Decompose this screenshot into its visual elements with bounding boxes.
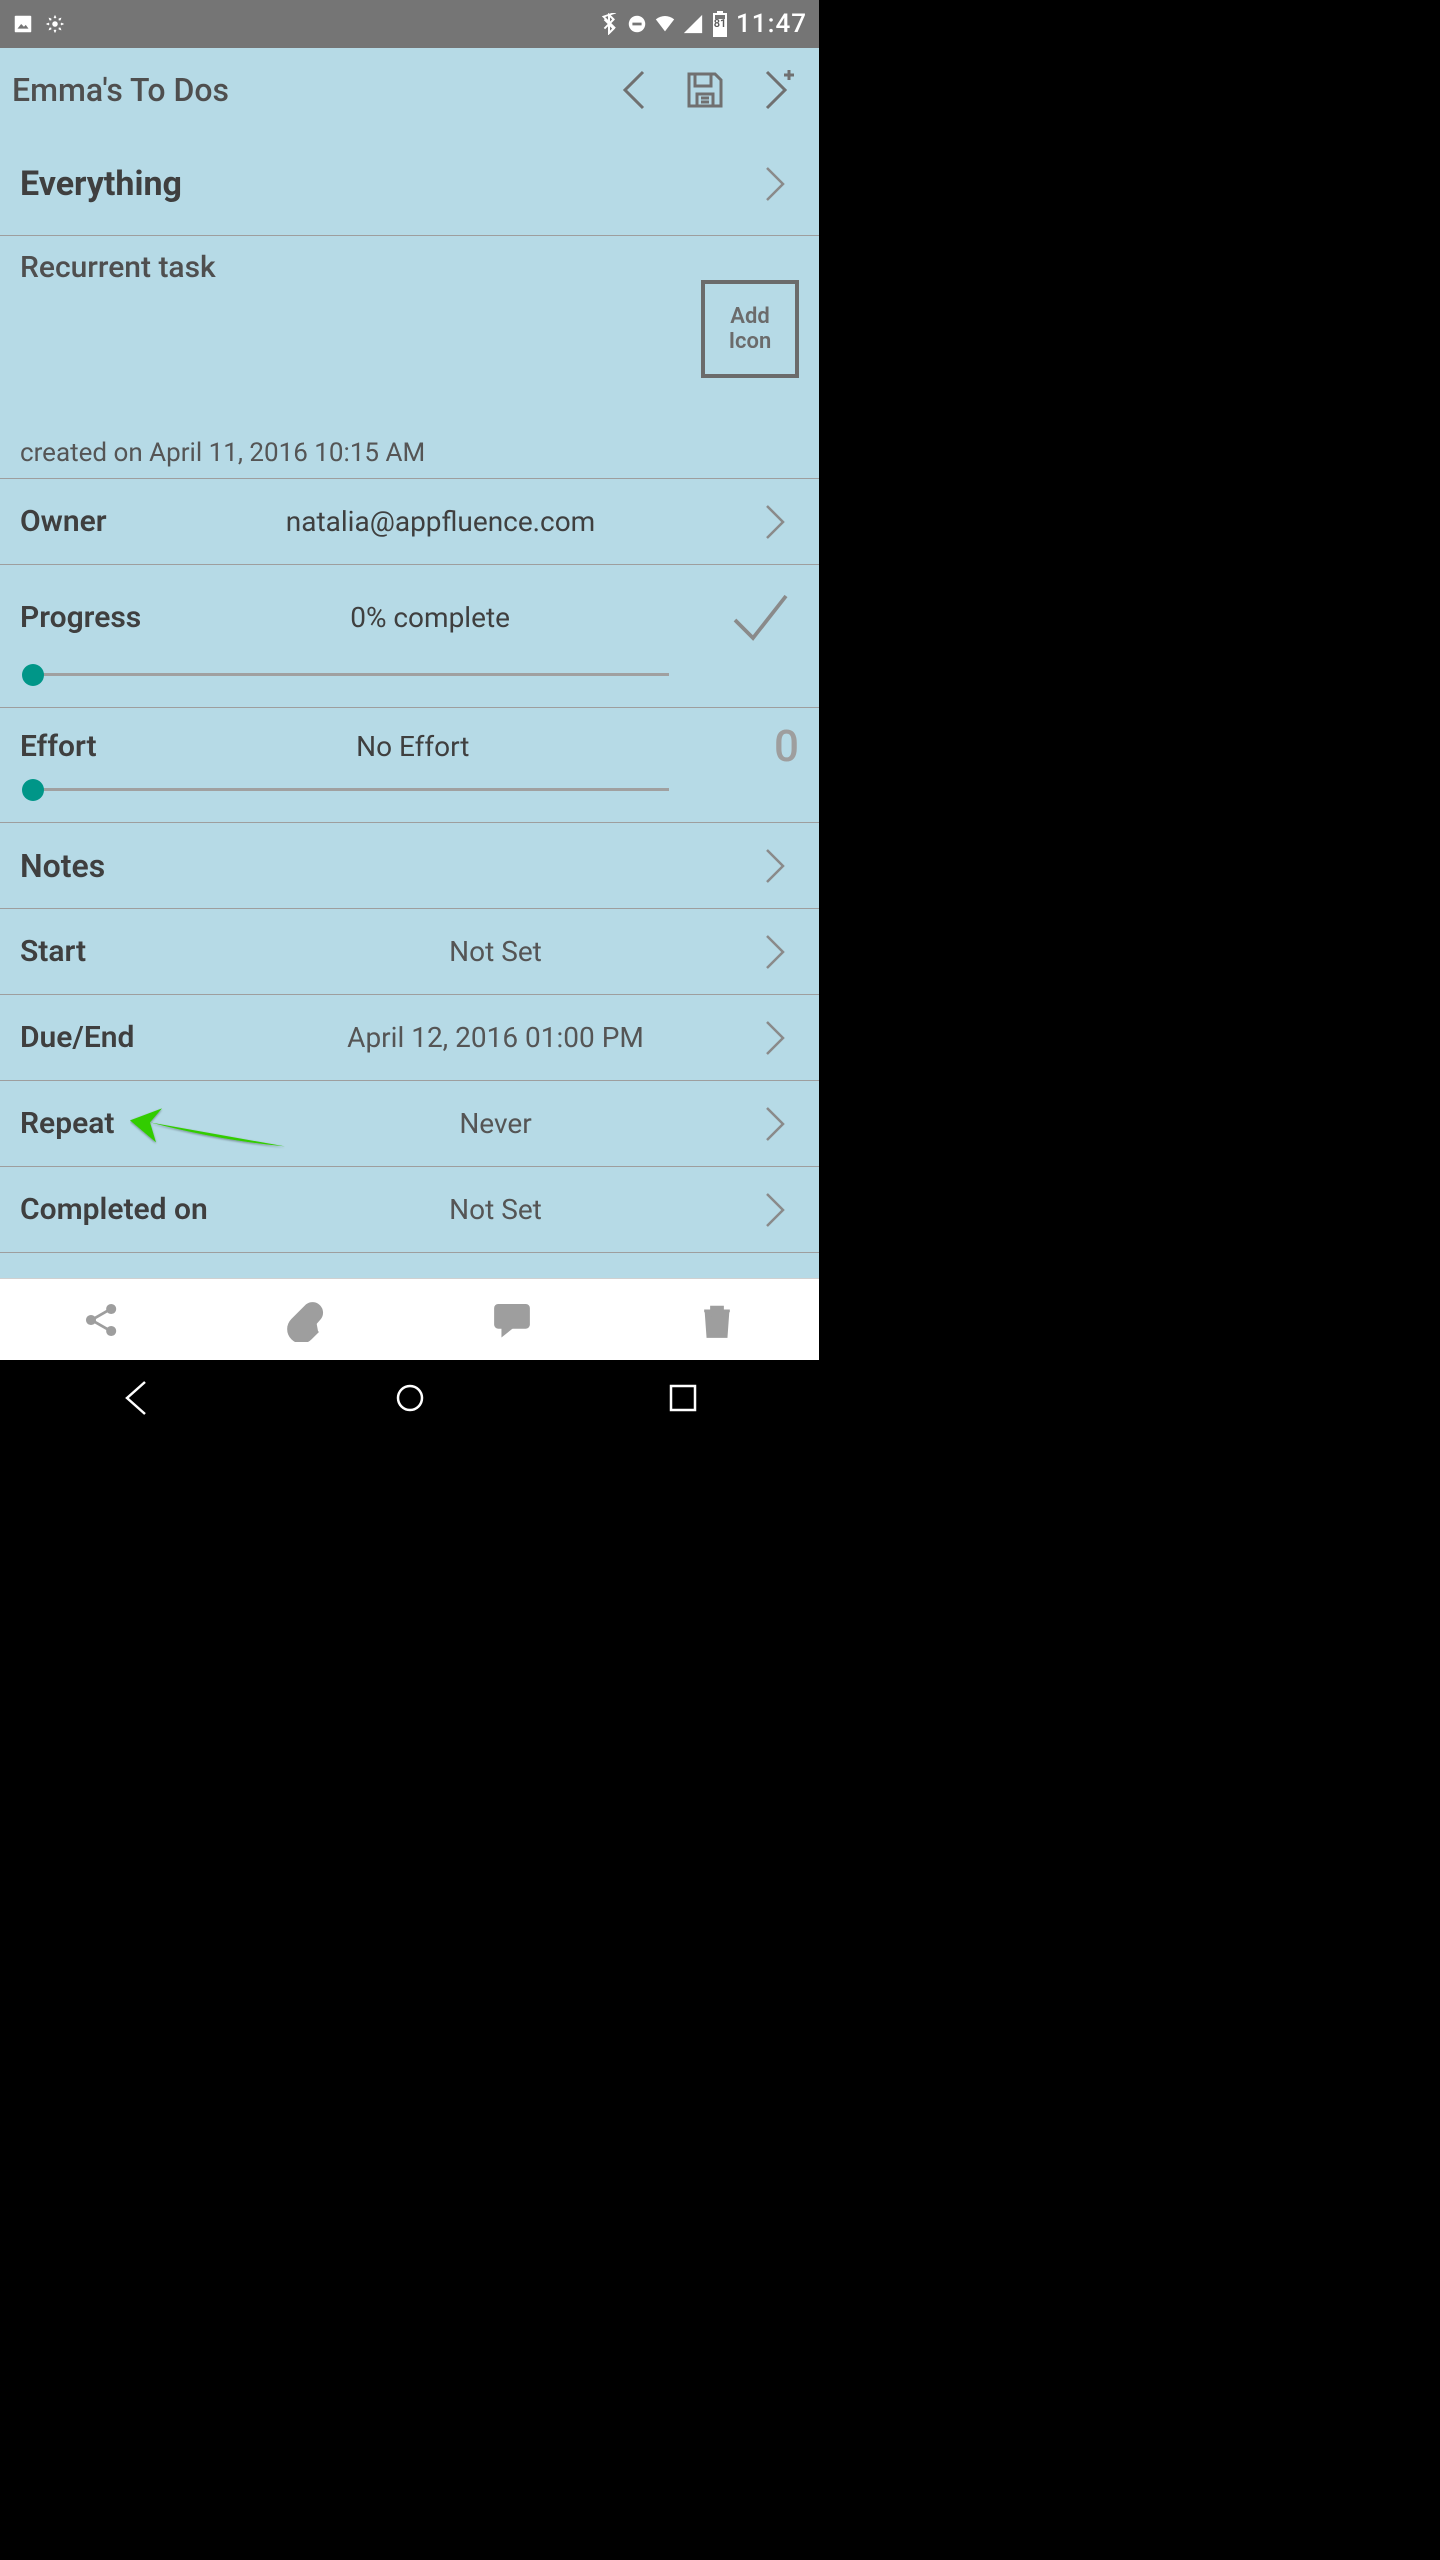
created-on-text: created on April 11, 2016 10:15 AM — [20, 438, 799, 468]
add-icon-line2: Icon — [729, 329, 772, 354]
back-button[interactable] — [603, 54, 671, 126]
chevron-right-icon — [751, 498, 799, 546]
due-end-row[interactable]: Due/End April 12, 2016 01:00 PM — [0, 995, 819, 1081]
status-bar: 81 11:47 — [0, 0, 819, 48]
notes-row[interactable]: Notes — [0, 823, 819, 909]
add-icon-line1: Add — [730, 304, 769, 329]
nav-recent-button[interactable] — [663, 1378, 703, 1422]
content-filler — [0, 1253, 819, 1278]
complete-check-button[interactable] — [719, 577, 799, 657]
chevron-right-icon — [751, 1186, 799, 1234]
forward-add-button[interactable] — [739, 54, 807, 126]
owner-row[interactable]: Owner natalia@appfluence.com — [0, 479, 819, 565]
chevron-right-icon — [751, 1100, 799, 1148]
attach-button[interactable] — [205, 1279, 410, 1360]
progress-slider[interactable] — [20, 663, 669, 687]
add-icon-button[interactable]: Add Icon — [701, 280, 799, 378]
dnd-icon — [626, 13, 648, 35]
repeat-row[interactable]: Repeat Never — [0, 1081, 819, 1167]
due-value: April 12, 2016 01:00 PM — [240, 1021, 751, 1054]
everything-row[interactable]: Everything — [0, 132, 819, 236]
repeat-value: Never — [240, 1107, 751, 1140]
task-area: Recurrent task Add Icon created on April… — [0, 236, 819, 479]
bottom-toolbar — [0, 1278, 819, 1360]
settings-sync-icon — [44, 13, 66, 35]
comment-button[interactable] — [410, 1279, 615, 1360]
completed-value: Not Set — [240, 1193, 751, 1226]
effort-number: 0 — [729, 720, 799, 772]
start-value: Not Set — [240, 935, 751, 968]
task-name-input[interactable]: Recurrent task — [20, 250, 701, 285]
start-label: Start — [20, 934, 240, 969]
everything-label: Everything — [20, 164, 182, 204]
android-nav-bar — [0, 1360, 819, 1440]
owner-label: Owner — [20, 504, 130, 539]
nav-back-button[interactable] — [117, 1378, 157, 1422]
chevron-right-icon — [751, 928, 799, 976]
battery-icon: 81 — [710, 11, 730, 37]
progress-row: Progress 0% complete — [0, 565, 819, 708]
delete-button[interactable] — [614, 1279, 819, 1360]
app-title: Emma's To Dos — [12, 71, 603, 109]
start-row[interactable]: Start Not Set — [0, 909, 819, 995]
save-button[interactable] — [671, 54, 739, 126]
effort-slider[interactable] — [20, 778, 669, 802]
owner-value: natalia@appfluence.com — [130, 505, 751, 538]
effort-label: Effort — [20, 729, 97, 764]
progress-value: 0% complete — [141, 601, 719, 634]
progress-label: Progress — [20, 600, 141, 635]
gallery-icon — [12, 13, 34, 35]
wifi-icon — [654, 13, 676, 35]
completed-label: Completed on — [20, 1192, 240, 1227]
notes-label: Notes — [20, 847, 105, 885]
bluetooth-icon — [598, 13, 620, 35]
status-clock: 11:47 — [736, 9, 807, 39]
share-button[interactable] — [0, 1279, 205, 1360]
nav-home-button[interactable] — [390, 1378, 430, 1422]
annotation-arrow-icon — [130, 1098, 290, 1162]
battery-pct: 81 — [710, 17, 730, 30]
chevron-right-icon — [751, 160, 799, 208]
effort-value: No Effort — [97, 730, 729, 763]
cell-signal-icon — [682, 13, 704, 35]
due-label: Due/End — [20, 1020, 240, 1055]
completed-on-row[interactable]: Completed on Not Set — [0, 1167, 819, 1253]
chevron-right-icon — [751, 1014, 799, 1062]
app-bar: Emma's To Dos — [0, 48, 819, 132]
chevron-right-icon — [751, 842, 799, 890]
effort-row: Effort No Effort 0 — [0, 708, 819, 823]
